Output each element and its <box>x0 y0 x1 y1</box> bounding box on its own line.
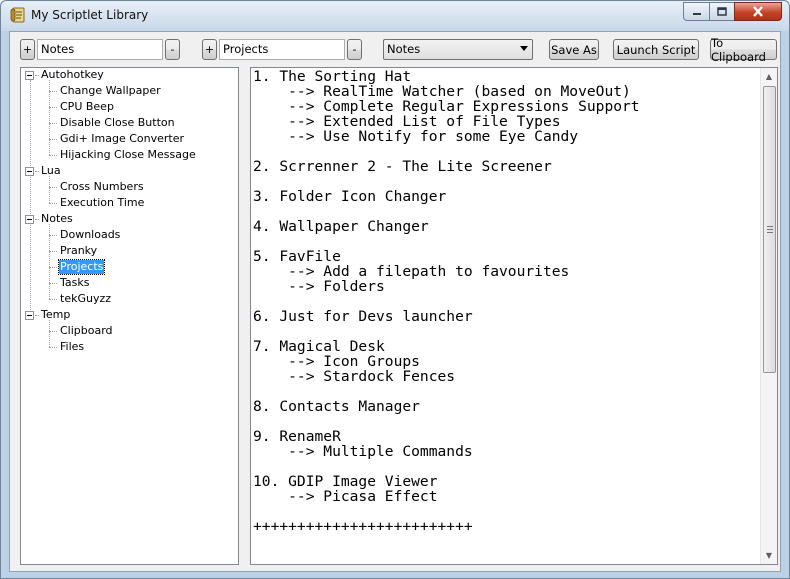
window-title: My Scriptlet Library <box>31 8 149 22</box>
scroll-up-arrow-icon[interactable]: ▲ <box>761 68 777 85</box>
tree-item[interactable]: Hijacking Close Message <box>59 148 197 162</box>
save-as-button[interactable]: Save As <box>549 39 599 60</box>
scroll-down-arrow-icon[interactable]: ▼ <box>761 547 777 564</box>
tree-connector <box>49 224 50 299</box>
category-dropdown[interactable]: Notes <box>383 39 533 60</box>
tree-connector <box>49 107 57 108</box>
tree-connector <box>49 123 57 124</box>
tree-connector <box>49 139 57 140</box>
tree-item[interactable]: Disable Close Button <box>59 116 176 130</box>
tree-connector <box>49 155 57 156</box>
script-editor[interactable]: 1. The Sorting Hat --> RealTime Watcher … <box>250 67 778 565</box>
tree-item[interactable]: Files <box>59 340 85 354</box>
tree-group[interactable]: Temp <box>40 308 71 322</box>
tree-expander-icon[interactable] <box>25 215 34 224</box>
tree-expander-icon[interactable] <box>25 167 34 176</box>
tree-item[interactable]: Downloads <box>59 228 121 242</box>
maximize-icon <box>717 7 727 16</box>
tree-item[interactable]: Clipboard <box>59 324 114 338</box>
grip-icon <box>767 226 773 233</box>
tree-group[interactable]: Lua <box>40 164 62 178</box>
minimize-icon <box>692 12 701 15</box>
tree-connector <box>49 235 57 236</box>
remove-item-button[interactable]: - <box>347 39 362 60</box>
editor-text[interactable]: 1. The Sorting Hat --> RealTime Watcher … <box>253 69 761 534</box>
title-bar[interactable]: My Scriptlet Library <box>1 1 789 31</box>
tree-item[interactable]: tekGuyzz <box>59 292 112 306</box>
tree-expander-icon[interactable] <box>25 311 34 320</box>
maximize-button[interactable] <box>709 2 735 21</box>
add-item-button[interactable]: + <box>202 39 217 60</box>
scroll-notes-icon <box>10 7 25 23</box>
item-name-field[interactable]: Projects <box>219 39 345 60</box>
chevron-down-icon <box>520 46 528 51</box>
tree-connector <box>49 187 57 188</box>
tree-item[interactable]: Execution Time <box>59 196 145 210</box>
tree-connector <box>35 75 39 76</box>
tree-item[interactable]: Gdi+ Image Converter <box>59 132 185 146</box>
scriptlet-tree[interactable]: Autohotkey Change Wallpaper CPU Beep Disabl… <box>20 67 239 565</box>
close-icon <box>753 6 763 17</box>
tree-connector <box>49 331 57 332</box>
dropdown-selected-value: Notes <box>387 42 421 56</box>
client-area: + Notes - + Projects - Notes Save As Lau… <box>9 31 781 572</box>
tree-connector <box>49 299 57 300</box>
tree-item[interactable]: Change Wallpaper <box>59 84 162 98</box>
tree-connector <box>35 315 39 316</box>
editor-scrollbar[interactable]: ▲ ▼ <box>760 68 777 564</box>
minimize-button[interactable] <box>683 2 710 21</box>
tree-connector <box>49 251 57 252</box>
launch-script-button[interactable]: Launch Script <box>613 39 699 60</box>
app-window: My Scriptlet Library + Notes - + Project… <box>0 0 790 579</box>
tree-expander-icon[interactable] <box>25 71 34 80</box>
tree-connector <box>49 283 57 284</box>
add-category-button[interactable]: + <box>20 39 35 60</box>
tree-connector <box>49 80 50 155</box>
tree-connector <box>49 267 57 268</box>
scrollbar-thumb[interactable] <box>763 86 776 373</box>
tree-connector <box>49 91 57 92</box>
tree-item[interactable]: Projects <box>57 259 106 275</box>
tree-item[interactable]: Tasks <box>59 276 90 290</box>
category-field[interactable]: Notes <box>37 39 163 60</box>
tree-item[interactable]: Cross Numbers <box>59 180 145 194</box>
tree-connector <box>49 176 50 203</box>
tree-group[interactable]: Notes <box>40 212 74 226</box>
tree-connector <box>49 203 57 204</box>
remove-category-button[interactable]: - <box>165 39 180 60</box>
tree-connector <box>49 320 50 347</box>
to-clipboard-button[interactable]: To Clipboard <box>710 36 777 64</box>
tree-item[interactable]: CPU Beep <box>59 100 115 114</box>
close-button[interactable] <box>734 2 782 21</box>
tree-connector <box>35 171 39 172</box>
tree-connector <box>35 219 39 220</box>
tree-item[interactable]: Pranky <box>59 244 98 258</box>
tree-connector <box>30 80 31 312</box>
tree-connector <box>49 347 57 348</box>
